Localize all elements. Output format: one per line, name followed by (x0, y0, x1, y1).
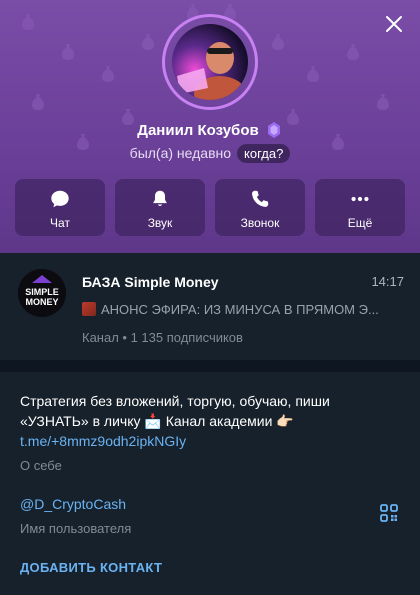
section-divider (0, 360, 420, 372)
avatar-ring[interactable] (162, 14, 258, 110)
name-row: Даниил Козубов (0, 119, 420, 141)
mute-button[interactable]: Звук (115, 179, 205, 236)
profile-info: Стратегия без вложений, торгую, обучаю, … (0, 372, 420, 595)
more-button[interactable]: Ещё (315, 179, 405, 236)
bell-icon (153, 190, 167, 207)
last-seen-status: был(а) недавно (129, 145, 232, 161)
channel-time: 14:17 (371, 274, 404, 289)
profile-header: Даниил Козубов был(а) недавно когда? Чат… (0, 0, 420, 253)
chat-label: Чат (50, 216, 70, 230)
qr-code-button[interactable] (380, 504, 398, 522)
add-contact-button[interactable]: ДОБАВИТЬ КОНТАКТ (20, 560, 162, 575)
close-icon (386, 16, 402, 32)
channel-avatar: SIMPLE MONEY (18, 269, 66, 317)
channel-subscribers: Канал • 1 135 подписчиков (82, 330, 243, 345)
status-row: был(а) недавно когда? (0, 142, 420, 164)
premium-star-icon[interactable] (265, 121, 283, 139)
preview-thumbnail (82, 302, 96, 316)
chat-icon (51, 190, 69, 208)
bio-line-1: Стратегия без вложений, торгую, обучаю, … (20, 393, 330, 409)
chat-button[interactable]: Чат (15, 179, 105, 236)
bio-line-2: «УЗНАТЬ» в личку 📩 Канал академии 👉🏻 (20, 413, 294, 429)
username-label: Имя пользователя (20, 521, 132, 536)
personal-channel-row[interactable]: SIMPLE MONEY БАЗА Simple Money 14:17 АНО… (0, 253, 420, 360)
call-label: Звонок (240, 216, 280, 230)
call-button[interactable]: Звонок (215, 179, 305, 236)
mute-label: Звук (147, 216, 173, 230)
when-button[interactable]: когда? (237, 143, 291, 163)
bio-link[interactable]: t.me/+8mmz9odh2ipkNGIy (20, 431, 405, 451)
channel-avatar-text-1: SIMPLE (25, 287, 59, 297)
phone-icon (252, 190, 269, 207)
channel-preview: АНОНС ЭФИРА: ИЗ МИНУСА В ПРЯМОМ Э... (82, 300, 402, 318)
bio-text: Стратегия без вложений, торгую, обучаю, … (20, 391, 405, 451)
avatar (172, 24, 248, 100)
channel-preview-text: АНОНС ЭФИРА: ИЗ МИНУСА В ПРЯМОМ Э... (101, 301, 379, 317)
more-label: Ещё (347, 216, 373, 230)
qr-code-icon (380, 504, 398, 522)
close-button[interactable] (382, 12, 406, 36)
profile-name: Даниил Козубов (137, 121, 259, 139)
action-buttons: Чат Звук Звонок Ещё (15, 179, 405, 236)
channel-title: БАЗА Simple Money (82, 274, 219, 290)
bio-label: О себе (20, 458, 62, 473)
username[interactable]: @D_CryptoCash (20, 496, 126, 512)
channel-avatar-text-2: MONEY (25, 297, 58, 307)
more-icon (351, 196, 369, 202)
